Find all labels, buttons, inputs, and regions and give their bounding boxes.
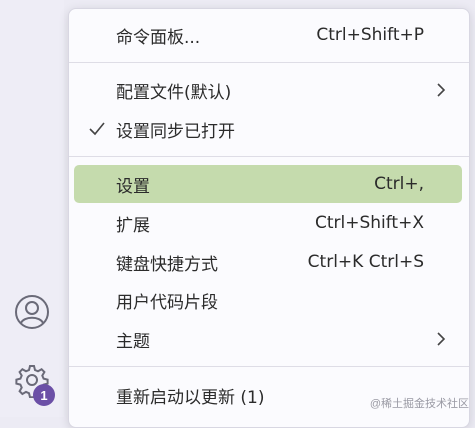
- menu-item-label: 主题: [116, 331, 150, 352]
- menu-item-label: 用户代码片段: [116, 292, 218, 313]
- manage-context-menu: 命令面板... Ctrl+Shift+P 配置文件(默认) 设置同步已打开 设置…: [68, 8, 470, 428]
- menu-item-keyboard-shortcuts[interactable]: 键盘快捷方式 Ctrl+K Ctrl+S: [74, 243, 462, 281]
- check-icon: [89, 122, 105, 136]
- menu-item-keybinding: Ctrl+,: [374, 174, 424, 194]
- menu-item-label: 设置同步已打开: [116, 121, 235, 142]
- update-badge: 1: [33, 384, 55, 406]
- menu-item-keybinding: Ctrl+Shift+X: [314, 213, 424, 233]
- activity-bar: 1: [0, 0, 64, 417]
- chevron-right-icon: [437, 83, 446, 97]
- menu-item-label: 设置: [116, 176, 150, 197]
- menu-separator: [69, 62, 469, 63]
- menu-item-label: 键盘快捷方式: [116, 254, 218, 275]
- menu-item-keybinding: Ctrl+Shift+P: [316, 25, 424, 45]
- menu-item-themes[interactable]: 主题: [74, 320, 462, 358]
- menu-separator: [69, 366, 469, 367]
- menu-item-label: 配置文件(默认): [116, 82, 232, 103]
- manage-button[interactable]: 1: [10, 358, 55, 406]
- menu-item-command-palette[interactable]: 命令面板... Ctrl+Shift+P: [74, 16, 462, 54]
- account-button[interactable]: [10, 290, 54, 334]
- menu-separator: [69, 156, 469, 157]
- menu-item-keybinding: Ctrl+K Ctrl+S: [307, 252, 424, 272]
- menu-item-extensions[interactable]: 扩展 Ctrl+Shift+X: [74, 204, 462, 242]
- menu-item-label: 命令面板...: [116, 27, 201, 48]
- menu-item-settings-sync[interactable]: 设置同步已打开: [74, 110, 462, 148]
- menu-item-label: 扩展: [116, 215, 150, 236]
- chevron-right-icon: [437, 332, 446, 346]
- watermark: @稀土掘金技术社区: [369, 398, 469, 410]
- account-icon: [15, 295, 49, 329]
- menu-item-user-snippets[interactable]: 用户代码片段: [74, 281, 462, 319]
- menu-item-settings[interactable]: 设置 Ctrl+,: [74, 165, 462, 203]
- menu-item-profiles[interactable]: 配置文件(默认): [74, 71, 462, 109]
- menu-item-label: 重新启动以更新 (1): [116, 387, 265, 408]
